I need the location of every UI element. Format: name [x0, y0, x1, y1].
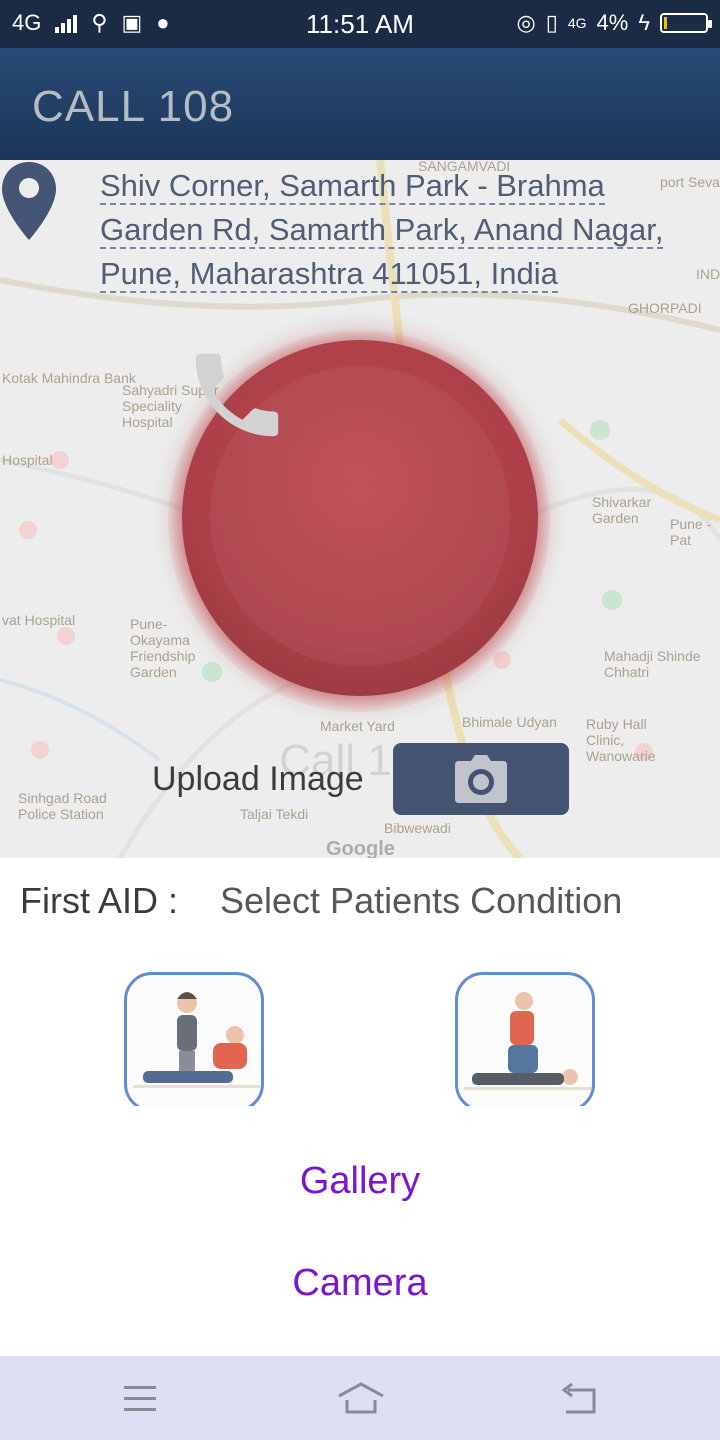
home-icon[interactable]: [336, 1378, 386, 1418]
status-bar: 4G ⚲ ▣ ● 11:51 AM ◎ ▯ 4G 4% ϟ: [0, 0, 720, 48]
charging-icon: ϟ: [638, 10, 650, 35]
location-status-icon: ◎: [516, 10, 536, 35]
app-bar: CALL 108: [0, 48, 720, 160]
battery-percent: 4%: [596, 10, 629, 35]
status-right: ◎ ▯ 4G 4% ϟ: [516, 10, 712, 36]
battery-level: [664, 17, 667, 29]
gallery-option[interactable]: Gallery: [0, 1160, 720, 1203]
network-right-label: 4G: [567, 15, 587, 31]
page-title: CALL 108: [32, 82, 235, 131]
camera-option[interactable]: Camera: [0, 1262, 720, 1305]
system-nav-bar: [0, 1356, 720, 1440]
menu-icon[interactable]: [122, 1378, 158, 1418]
battery-icon: [660, 13, 712, 33]
back-icon[interactable]: [560, 1378, 600, 1418]
vibrate-icon: ▯: [545, 10, 558, 35]
image-source-sheet: Gallery Camera: [0, 1106, 720, 1356]
